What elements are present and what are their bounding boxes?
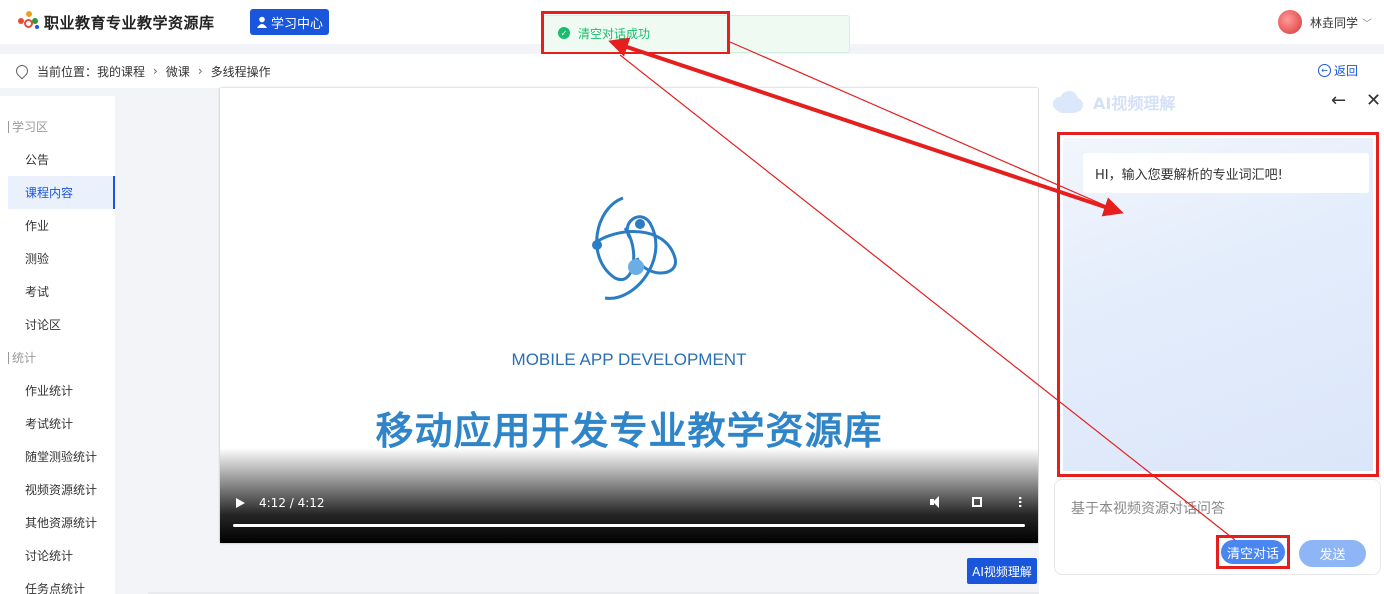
study-center-label: 学习中心 — [271, 16, 324, 32]
sidebar-item-quiz[interactable]: 测验 — [0, 242, 115, 275]
video-player[interactable]: MOBILE APP DEVELOPMENT 移动应用开发专业教学资源库 4:1… — [220, 88, 1038, 543]
clear-chat-button[interactable]: 清空对话 — [1221, 540, 1285, 564]
sidebar-item-discussion[interactable]: 讨论区 — [0, 308, 115, 341]
success-toast: ✓ 清空对话成功 — [541, 11, 730, 55]
progress-bar[interactable] — [233, 524, 1025, 527]
ai-video-understanding-button[interactable]: AI视频理解 — [967, 558, 1037, 584]
more-options-icon[interactable]: ⋯ — [1013, 496, 1027, 508]
video-time: 4:12 / 4:12 — [259, 496, 325, 510]
chat-messages: HI，输入您要解析的专业词汇吧! — [1057, 132, 1379, 477]
logo-icon — [18, 11, 40, 33]
chevron-down-icon: ﹀ — [1362, 18, 1372, 30]
chevron-right-icon: › — [153, 64, 158, 78]
sidebar-item-homework[interactable]: 作业 — [0, 209, 115, 242]
sidebar-item-quiz-stats[interactable]: 随堂测验统计 — [0, 440, 115, 473]
logo-title: 职业教育专业教学资源库 — [44, 13, 215, 32]
video-controls: 4:12 / 4:12 ⋯ — [220, 491, 1038, 515]
ai-cloud-icon — [1053, 89, 1085, 115]
chat-input[interactable]: 基于本视频资源对话问答 清空对话 发送 — [1054, 479, 1381, 575]
sidebar-item-other-stats[interactable]: 其他资源统计 — [0, 506, 115, 539]
site-logo[interactable]: 职业教育专业教学资源库 — [18, 11, 215, 33]
sidebar-item-homework-stats[interactable]: 作业统计 — [0, 374, 115, 407]
chevron-right-icon: › — [197, 64, 203, 78]
breadcrumb-item-micro-course[interactable]: 微课 — [166, 63, 190, 80]
ai-greeting-message: HI，输入您要解析的专业词汇吧! — [1083, 153, 1369, 193]
sidebar-item-course-content[interactable]: 课程内容 — [8, 176, 115, 209]
toast-message: 清空对话成功 — [578, 26, 651, 41]
back-button[interactable]: ← 返回 — [1317, 62, 1358, 79]
video-subtitle: MOBILE APP DEVELOPMENT — [511, 350, 747, 369]
sidebar-section-statistics: 统计 — [0, 341, 115, 374]
send-button[interactable]: 发送 — [1299, 540, 1366, 567]
location-pin-icon — [13, 62, 31, 80]
video-title: 移动应用开发专业教学资源库 — [375, 409, 883, 453]
user-menu[interactable]: 林垚同学 ﹀ — [1277, 10, 1372, 34]
fullscreen-icon[interactable] — [972, 497, 982, 507]
breadcrumb-item-my-courses[interactable]: 我的课程 — [97, 63, 145, 80]
play-icon[interactable] — [236, 498, 245, 508]
arrow-left-icon[interactable]: ← — [1331, 90, 1346, 111]
breadcrumb-item-current: 多线程操作 — [210, 64, 271, 79]
atom-logo-icon — [592, 196, 677, 300]
breadcrumb: 当前位置： 我的课程 › 微课 › 多线程操作 ← 返回 — [0, 54, 1384, 88]
user-icon — [257, 16, 267, 28]
volume-icon[interactable] — [930, 495, 944, 509]
sidebar-item-announcements[interactable]: 公告 — [0, 143, 115, 176]
chat-input-placeholder: 基于本视频资源对话问答 — [1071, 501, 1225, 517]
clear-button-highlight: 清空对话 — [1216, 535, 1290, 569]
study-center-button[interactable]: 学习中心 — [250, 9, 330, 35]
ai-panel: AI视频理解 ← ✕ HI，输入您要解析的专业词汇吧! 基于本视频资源对话问答 … — [1039, 88, 1384, 594]
sidebar-item-video-stats[interactable]: 视频资源统计 — [0, 473, 115, 506]
back-label: 返回 — [1333, 64, 1358, 78]
avatar — [1277, 10, 1302, 34]
ai-panel-title: AI视频理解 — [1093, 94, 1176, 113]
check-circle-icon: ✓ — [558, 27, 570, 39]
sidebar-item-discussion-stats[interactable]: 讨论统计 — [0, 539, 115, 572]
sidebar: 学习区 公告 课程内容 作业 测验 考试 讨论区 统计 作业统计 考试统计 随堂… — [0, 96, 115, 594]
close-icon[interactable]: ✕ — [1366, 90, 1381, 111]
breadcrumb-prefix: 当前位置： — [37, 64, 98, 79]
sidebar-item-exam[interactable]: 考试 — [0, 275, 115, 308]
sidebar-section-study: 学习区 — [0, 110, 115, 143]
user-name: 林垚同学 — [1309, 15, 1358, 30]
back-arrow-icon: ← — [1317, 64, 1331, 77]
sidebar-item-task-stats[interactable]: 任务点统计 — [0, 572, 115, 594]
sidebar-item-exam-stats[interactable]: 考试统计 — [0, 407, 115, 440]
